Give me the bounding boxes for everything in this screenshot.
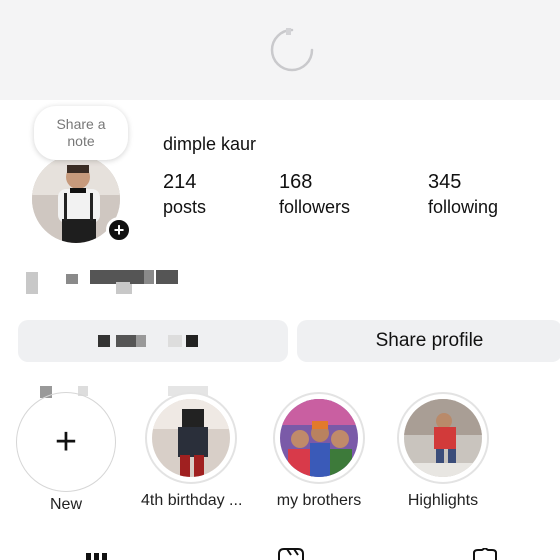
profile-name: dimple kaur <box>163 134 257 154</box>
profile-avatar[interactable]: + <box>32 155 132 245</box>
highlight-new[interactable]: + New <box>16 392 116 514</box>
posts-label: posts <box>163 197 207 217</box>
note-line-1: Share a <box>56 116 106 132</box>
following-stat[interactable]: 345 following <box>428 170 498 220</box>
highlight-thumbnail <box>404 399 482 477</box>
profile-tabs <box>0 548 560 560</box>
plus-icon: + <box>16 392 116 492</box>
followers-stat[interactable]: 168 followers <box>279 170 350 220</box>
reels-icon[interactable] <box>276 548 306 560</box>
top-loading-area <box>0 0 560 100</box>
grid-icon[interactable] <box>84 550 110 560</box>
highlight-label: 4th birthday ... <box>141 492 243 509</box>
following-label: following <box>428 197 499 217</box>
highlight-thumbnail <box>152 399 230 477</box>
share-note-bubble[interactable]: Share a note <box>34 106 128 160</box>
note-line-2: note <box>67 133 95 149</box>
add-note-icon[interactable]: + <box>106 217 132 243</box>
highlight-highlights[interactable]: Highlights <box>393 392 493 510</box>
highlight-ring <box>273 392 365 484</box>
posts-count: 214 <box>163 171 197 193</box>
redacted-bio <box>26 268 186 294</box>
posts-stat[interactable]: 214 posts <box>163 170 206 220</box>
highlight-label: New <box>49 496 82 513</box>
followers-count: 168 <box>279 171 313 193</box>
redacted-button-label <box>98 335 198 347</box>
edit-profile-button[interactable] <box>18 320 288 362</box>
highlight-my-brothers[interactable]: my brothers <box>269 392 369 510</box>
highlight-label: my brothers <box>276 492 362 509</box>
share-profile-button[interactable]: Share profile <box>297 320 560 362</box>
highlight-thumbnail <box>280 399 358 477</box>
followers-label: followers <box>279 197 351 217</box>
spinner-icon <box>270 28 314 72</box>
following-count: 345 <box>428 171 462 193</box>
highlight-ring <box>397 392 489 484</box>
tagged-icon[interactable] <box>470 548 500 560</box>
highlight-label: Highlights <box>407 492 479 509</box>
share-profile-label: Share profile <box>375 330 484 351</box>
highlight-birthday[interactable]: 4th birthday ... <box>141 392 243 510</box>
highlight-ring <box>145 392 237 484</box>
